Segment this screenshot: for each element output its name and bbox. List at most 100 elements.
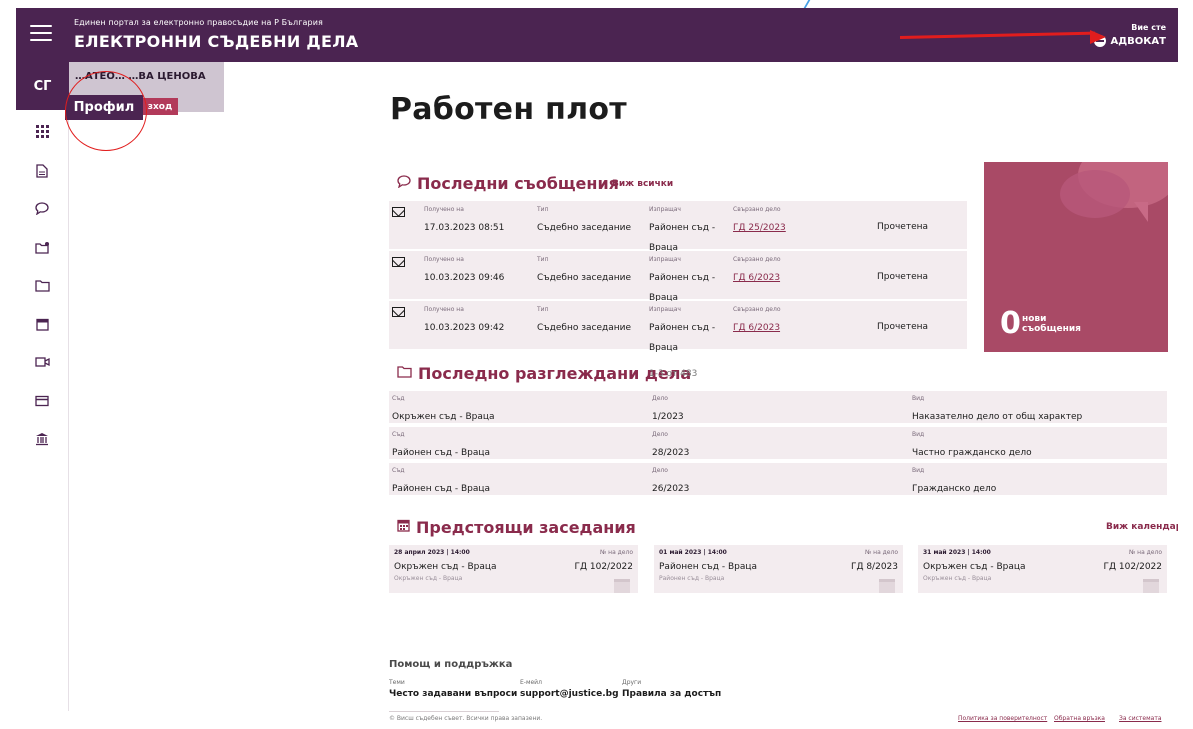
message-received: Получено на 10.03.2023 09:42: [424, 306, 504, 335]
message-received: Получено на 17.03.2023 08:51: [424, 206, 504, 235]
type-value: Съдебно заседание: [537, 323, 631, 333]
case-kind: Вид Гражданско дело: [912, 467, 996, 496]
document-icon[interactable]: [34, 163, 50, 179]
case-row[interactable]: Съд Районен съд - Враца Дело 26/2023 Вид Граж…: [389, 463, 1167, 495]
envelope-icon: [392, 307, 405, 317]
message-type: Тип Съдебно заседание: [537, 306, 631, 335]
email-label: Е-мейл: [520, 679, 542, 686]
copyright: © Висш съдебен съвет. Всички права запаз…: [389, 715, 543, 722]
new-messages-card[interactable]: 0 нови съобщения: [984, 162, 1168, 352]
card-icon[interactable]: [34, 393, 50, 409]
hearing-case-number: ГД 102/2022: [1103, 562, 1163, 572]
messages-see-all-link[interactable]: Виж всички: [612, 179, 673, 189]
sender-value: Районен съд - Враца: [649, 273, 716, 303]
status-value: Прочетена: [877, 322, 929, 332]
sender-label: Изпращач: [649, 206, 681, 213]
message-status: Прочетена: [877, 264, 928, 284]
linked-case-link[interactable]: ГД 25/2023: [733, 223, 786, 233]
video-icon[interactable]: [34, 354, 50, 370]
linked-case-link[interactable]: ГД 6/2023: [733, 323, 780, 333]
court-label: Съд: [392, 467, 405, 474]
hearing-court-sub: Районен съд - Враца: [659, 575, 725, 582]
hearing-court: Районен съд - Враца: [659, 562, 758, 572]
case-court: Съд Районен съд - Враца: [392, 467, 490, 496]
system-title[interactable]: ЕЛЕКТРОННИ СЪДЕБНИ ДЕЛА: [74, 32, 358, 51]
hearing-court: Окръжен съд - Враца: [923, 562, 1026, 572]
type-value: Съдебно заседание: [537, 273, 631, 283]
kind-value: Гражданско дело: [912, 484, 997, 494]
see-calendar-link[interactable]: Виж календар: [1106, 522, 1182, 532]
linked-case-label: Свързано дело: [733, 206, 781, 213]
folder-icon: [397, 365, 412, 382]
support-email-link[interactable]: support@justice.bg: [520, 689, 619, 699]
case-row[interactable]: Съд Окръжен съд - Враца Дело 1/2023 Вид Наказ…: [389, 391, 1167, 423]
case-value: 28/2023: [652, 448, 690, 458]
hearing-court: Окръжен съд - Враца: [394, 562, 497, 572]
case-kind: Вид Частно гражданско дело: [912, 431, 1032, 460]
linked-case-link[interactable]: ГД 6/2023: [733, 273, 780, 283]
kind-value: Частно гражданско дело: [912, 448, 1032, 458]
case-court: Съд Окръжен съд - Враца: [392, 395, 495, 424]
case-label: Дело: [652, 395, 668, 402]
feedback-link[interactable]: Обратна връзка: [1054, 715, 1105, 722]
avatar[interactable]: СГ: [16, 62, 69, 110]
message-received: Получено на 10.03.2023 09:46: [424, 256, 504, 285]
annotation-circle: [65, 71, 147, 151]
case-court: Съд Районен съд - Враца: [392, 431, 490, 460]
other-label: Други: [622, 679, 642, 686]
hearing-card[interactable]: 28 април 2023 | 14:00 № на дело Окръжен съ…: [389, 545, 638, 593]
menu-icon[interactable]: [30, 25, 52, 43]
faq-link[interactable]: Често задавани въпроси: [389, 689, 517, 699]
speech-bubble-tail: [1134, 202, 1148, 222]
linked-case-label: Свързано дело: [733, 256, 781, 263]
new-messages-label: нови съобщения: [1022, 314, 1081, 334]
hearing-card[interactable]: 01 май 2023 | 14:00 № на дело Районен съд …: [654, 545, 903, 593]
folder-badge-icon[interactable]: [34, 239, 50, 255]
hearings-title-text: Предстоящи заседания: [416, 518, 636, 537]
case-row[interactable]: Съд Районен съд - Враца Дело 28/2023 Вид Част…: [389, 427, 1167, 459]
message-status: Прочетена: [877, 314, 928, 334]
message-status: Прочетена: [877, 214, 928, 234]
sender-value: Районен съд - Враца: [649, 223, 716, 253]
frame-right: [1178, 0, 1193, 729]
about-system-link[interactable]: За системата: [1119, 715, 1162, 722]
hearing-case-number: ГД 8/2023: [850, 562, 898, 572]
message-row[interactable]: Получено на 10.03.2023 09:42 Тип Съдебно за…: [389, 301, 967, 353]
calendar-icon[interactable]: [34, 316, 50, 332]
message-sender: Изпращач Районен съд - Враца: [649, 256, 724, 305]
received-value: 10.03.2023 09:42: [424, 323, 505, 333]
message-row[interactable]: Получено на 17.03.2023 08:51 Тип Съдебно за…: [389, 201, 967, 253]
message-icon[interactable]: [34, 200, 50, 216]
case-label: Дело: [652, 467, 668, 474]
speech-bubble-icon: [1060, 170, 1130, 218]
cases-section-title: Последно разглеждани дела: [397, 364, 691, 383]
received-value: 17.03.2023 08:51: [424, 223, 505, 233]
messages-section-title: Последни съобщения: [397, 174, 619, 193]
portal-subtitle: Единен портал за електронно правосъдие н…: [74, 18, 323, 27]
logout-button[interactable]: зход: [142, 98, 178, 115]
calendar-icon: [879, 579, 895, 593]
hearing-date: 01 май 2023 | 14:00: [659, 549, 727, 556]
privacy-policy-link[interactable]: Политика за поверителност: [958, 715, 1047, 722]
hearing-court-sub: Окръжен съд - Враца: [394, 575, 463, 582]
user-role-label: Вие сте: [1131, 23, 1166, 32]
court-building-icon[interactable]: [34, 431, 50, 447]
topics-label: Теми: [389, 679, 405, 686]
annotation-mark: [803, 0, 823, 8]
folder-icon[interactable]: [34, 277, 50, 293]
apps-icon[interactable]: [34, 123, 50, 139]
envelope-icon: [392, 257, 405, 267]
left-sidebar: СГ: [16, 62, 69, 711]
message-sender: Изпращач Районен съд - Враца: [649, 306, 724, 355]
case-kind: Вид Наказателно дело от общ характер: [912, 395, 1082, 424]
calendar-icon: [397, 519, 410, 536]
kind-label: Вид: [912, 395, 925, 402]
received-label: Получено на: [424, 206, 464, 213]
cases-count: 1-3 от 483: [649, 369, 698, 379]
case-number: Дело 26/2023: [652, 467, 689, 496]
hearing-card[interactable]: 31 май 2023 | 14:00 № на дело Окръжен съд …: [918, 545, 1167, 593]
message-row[interactable]: Получено на 10.03.2023 09:46 Тип Съдебно за…: [389, 251, 967, 303]
type-value: Съдебно заседание: [537, 223, 631, 233]
access-rules-link[interactable]: Правила за достъп: [622, 689, 721, 699]
hearing-date: 28 април 2023 | 14:00: [394, 549, 470, 556]
